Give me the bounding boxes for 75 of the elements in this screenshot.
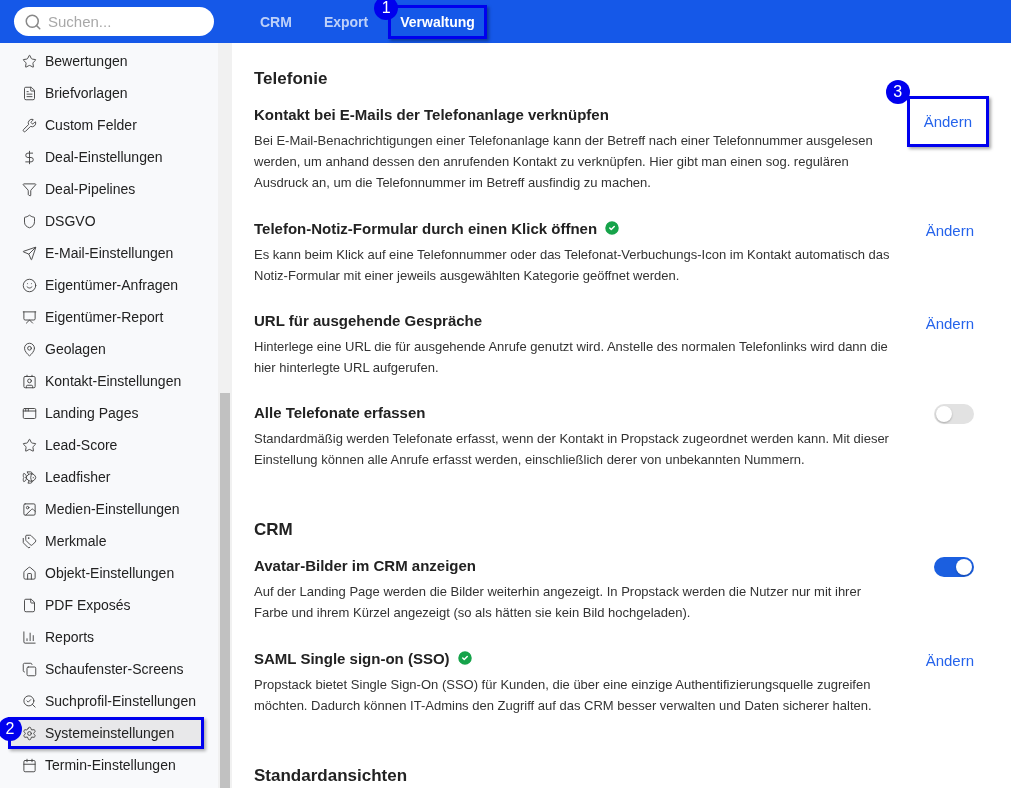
sidebar-item[interactable]: DSGVO: [0, 205, 96, 237]
sidebar-item[interactable]: PDF Exposés: [0, 589, 131, 621]
sidebar-item[interactable]: Objekt-Einstellungen: [0, 557, 175, 589]
section-title: CRM: [254, 520, 294, 540]
toggle-switch[interactable]: [934, 557, 974, 577]
dollar-icon: [22, 149, 37, 165]
window-icon: [22, 405, 37, 421]
bar-chart-icon: [22, 629, 37, 645]
change-link[interactable]: Ändern: [906, 96, 989, 147]
sidebar-item[interactable]: Briefvorlagen: [0, 77, 128, 109]
shield-icon: [22, 213, 37, 229]
sidebar-item[interactable]: Bewertungen: [0, 45, 128, 77]
sidebar-item[interactable]: Landing Pages: [0, 397, 139, 429]
setting-description: Hinterlege eine URL die für ausgehende Anrufe genutzt wird. Anstelle des normalen Telefonlinks wird dann die hier hinterlegte URL aufgerufen.: [254, 338, 889, 377]
setting-description: Standardmäßig werden Telefonate erfasst, wenn der Kontakt in Propstack zugeordnet werden kann. Mit dieser Einstellung können alle Anrufe erfasst werden, einschließlich derer von unbekannten Nummern.: [254, 430, 890, 469]
document-icon: [22, 85, 37, 101]
scrollbar[interactable]: [218, 43, 232, 788]
setting-description: Bei E-Mail-Benachrichtigungen einer Telefonanlage kann der Betreff nach einer Telefonnummer ausgelesen werden, um anhand dessen den anrufenden Kontakt zu verknüpfen. Hier gibt man einen sog. regulären Ausdruck an, um die Telefonnummer im Betreff ausfindig zu machen.: [254, 132, 874, 192]
settings-icon: [22, 725, 37, 741]
star-icon: [22, 53, 37, 69]
setting-title: Kontakt bei E-Mails der Telefonanlage verknüpfen: [254, 106, 609, 123]
sidebar-item[interactable]: Geolagen: [0, 333, 106, 365]
setting-title: Alle Telefonate erfassen: [254, 404, 426, 421]
sidebar-item[interactable]: Lead-Score: [0, 429, 118, 461]
check-icon: [603, 219, 622, 237]
sidebar-item[interactable]: Deal-Einstellungen: [0, 141, 163, 173]
change-link[interactable]: Ändern: [925, 219, 974, 242]
sidebar-item[interactable]: Eigentümer-Report: [0, 301, 164, 333]
copy-icon: [22, 661, 37, 677]
setting-title: URL für ausgehende Gespräche: [254, 312, 483, 329]
sidebar-item[interactable]: E-Mail-Einstellungen: [0, 237, 174, 269]
annotation-badge: 2: [0, 717, 22, 741]
sidebar-item[interactable]: Kontakt-Einstellungen: [0, 365, 182, 397]
presentation-icon: [22, 309, 37, 325]
calendar-icon: [22, 757, 37, 773]
toggle-switch[interactable]: [934, 404, 974, 424]
sidebar-item[interactable]: Termin-Einstellungen: [0, 749, 176, 781]
search-icon: [24, 13, 42, 31]
star-icon: [22, 437, 37, 453]
sidebar-item[interactable]: Schaufenster-Screens: [0, 653, 184, 685]
sidebar-item[interactable]: Leadfisher: [0, 461, 111, 493]
sidebar-item[interactable]: Medien-Einstellungen: [0, 493, 180, 525]
paper-plane-icon: [22, 245, 37, 261]
setting-description: Es kann beim Klick auf eine Telefonnummer oder das Telefonat-Verbuchungs-Icon im Kontakt automatisch das Notiz-Formular mit einer jeweils ausgewählten Kategorie geöffnet werden.: [254, 246, 891, 285]
search-field[interactable]: Suchen...: [14, 7, 214, 36]
setting-title: Telefon-Notiz-Formular durch einen Klick öffnen: [254, 219, 598, 237]
annotation-badge: 3: [885, 80, 910, 104]
change-link[interactable]: Ändern: [925, 649, 974, 672]
tags-icon: [22, 533, 37, 549]
setting-description: Propstack bietet Single Sign-On (SSO) für Kunden, die über eine einzige Authentifizierungsquelle zugreifen möchten. Dadurch können IT-Admins den Zugriff auf das CRM besser verwalten und Daten sicherer halten.: [254, 676, 873, 715]
fish-icon: [22, 469, 37, 485]
map-pin-icon: [22, 341, 37, 357]
sidebar-item[interactable]: Eigentümer-Anfragen: [0, 269, 179, 301]
section-title: Telefonie: [254, 69, 329, 89]
funnel-icon: [22, 181, 37, 197]
setting-description: Auf der Landing Page werden die Bilder weiterhin angezeigt. In Propstack werden die Nutzer nur mit ihrer Farbe und ihrem Kürzel angezeigt (so als hätten sie kein Bild hochgeladen).: [254, 583, 862, 622]
sidebar-item[interactable]: Reports: [0, 621, 95, 653]
sidebar-item[interactable]: Suchprofil-Einstellungen: [0, 685, 196, 717]
sidebar-item[interactable]: Custom Felder: [0, 109, 137, 141]
annotation-badge: 1: [374, 0, 399, 20]
search-icon: [22, 693, 37, 709]
contact-card-icon: [22, 373, 37, 389]
wrench-icon: [22, 117, 37, 133]
change-link[interactable]: Ändern: [925, 312, 974, 335]
setting-title: Avatar-Bilder im CRM anzeigen: [254, 557, 476, 574]
image-icon: [22, 501, 37, 517]
setting-title: SAML Single sign-on (SSO): [254, 649, 450, 667]
check-icon: [455, 649, 474, 667]
sidebar-item[interactable]: Deal-Pipelines: [0, 173, 136, 205]
smiley-icon: [22, 277, 37, 293]
nav-tab[interactable]: CRM: [248, 4, 304, 39]
sidebar-item[interactable]: Merkmale: [0, 525, 107, 557]
house-icon: [22, 565, 37, 581]
file-icon: [22, 597, 37, 613]
section-title: Standardansichten: [254, 766, 409, 786]
